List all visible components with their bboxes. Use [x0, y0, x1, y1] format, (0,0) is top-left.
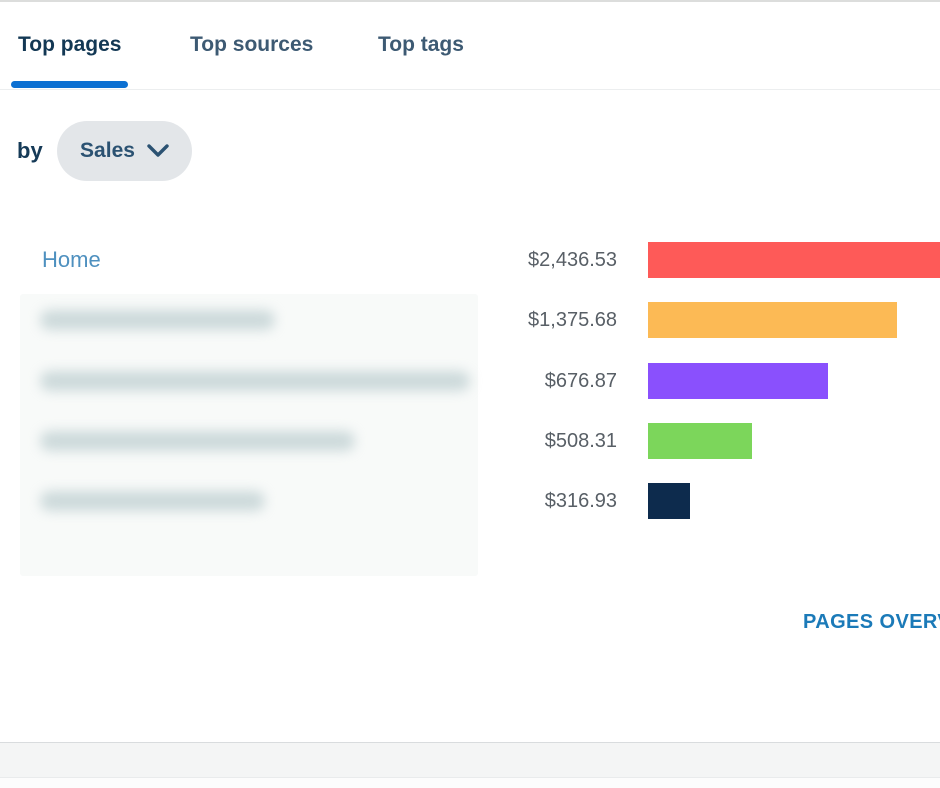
tab-top-tags[interactable]: Top tags — [378, 30, 464, 60]
active-tab-indicator — [11, 81, 128, 88]
table-row: $676.87 — [0, 363, 940, 399]
card-gap — [0, 743, 940, 777]
chevron-down-icon — [147, 144, 169, 158]
redacted-page-label — [40, 431, 355, 451]
sales-value: $508.31 — [545, 423, 617, 459]
redacted-page-label — [40, 310, 275, 330]
analytics-top-pages-card: Top pages Top sources Top tags by Sales … — [0, 0, 940, 788]
page-link[interactable]: Home — [42, 242, 101, 278]
sales-value: $316.93 — [545, 483, 617, 519]
pages-overview-link[interactable]: PAGES OVERVIEW — [803, 611, 940, 634]
redacted-page-label — [40, 491, 265, 511]
sales-bar — [648, 423, 752, 459]
sales-value: $2,436.53 — [528, 242, 617, 278]
table-row: $508.31 — [0, 423, 940, 459]
table-row: $316.93 — [0, 483, 940, 519]
sales-bar — [648, 242, 940, 278]
tab-top-sources[interactable]: Top sources — [190, 30, 313, 60]
sales-bar — [648, 363, 828, 399]
tab-top-pages[interactable]: Top pages — [18, 30, 121, 60]
sales-bar — [648, 483, 690, 519]
sales-bar — [648, 302, 897, 338]
table-row: Home $2,436.53 — [0, 242, 940, 278]
redacted-page-label — [40, 371, 470, 391]
tabs-divider — [0, 89, 940, 90]
metric-dropdown[interactable]: Sales — [57, 121, 192, 181]
sales-value: $1,375.68 — [528, 302, 617, 338]
next-card-edge — [0, 778, 940, 788]
sales-value: $676.87 — [545, 363, 617, 399]
metric-dropdown-value: Sales — [80, 139, 135, 163]
card-top-border — [0, 0, 940, 2]
filter-by-label: by — [17, 138, 43, 164]
table-row: $1,375.68 — [0, 302, 940, 338]
